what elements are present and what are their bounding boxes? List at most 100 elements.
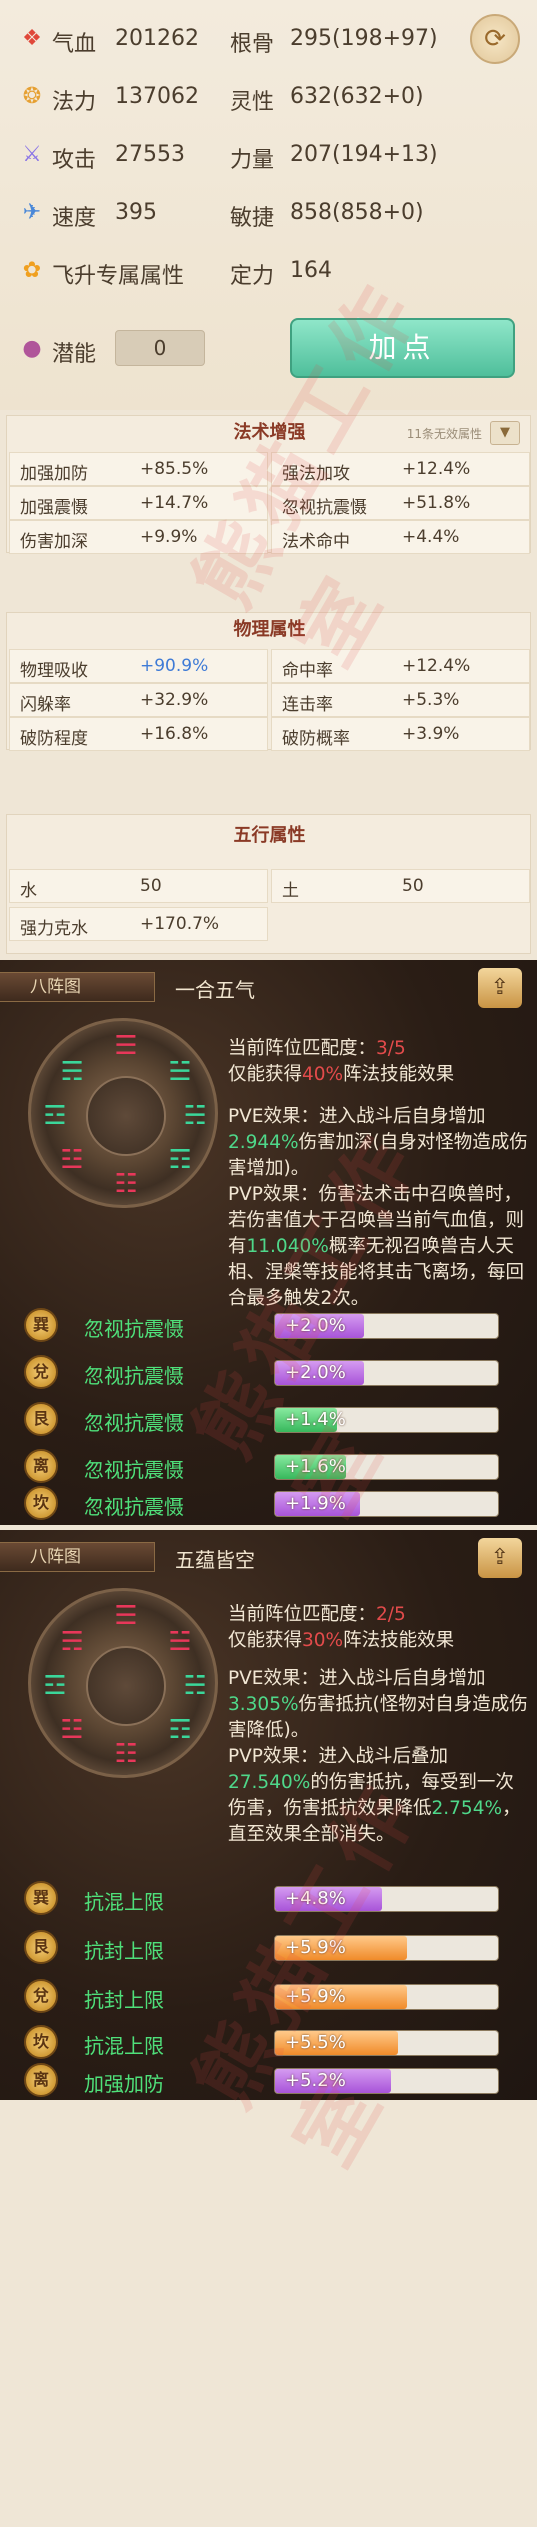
formation-slot-row: 兌 抗封上限 +5.9% <box>24 1976 524 2016</box>
stat-row-hp: ❖ 气血 201262 根骨 295(198+97) <box>0 14 537 62</box>
attr-cell: 强法加攻 +12.4% <box>271 452 530 486</box>
bone-value: 295(198+97) <box>290 26 438 51</box>
slot-progress-bar: +5.9% <box>274 1935 499 1961</box>
element-section: 五行属性 水 50 土 50 强力克水 +170.7% <box>6 814 531 954</box>
add-point-button[interactable]: 加点 <box>290 318 515 378</box>
slot-progress-bar: +1.6% <box>274 1454 499 1480</box>
formation-slot-row: 兌 忽视抗震慑 +2.0% <box>24 1352 524 1392</box>
formation-name: 一合五气 <box>175 978 255 1002</box>
trigram-mark: ☱ <box>168 1627 192 1657</box>
attr-cell: 破防概率 +3.9% <box>271 717 530 751</box>
attr-cell: 命中率 +12.4% <box>271 649 530 683</box>
trigram-mark: ☰ <box>114 1601 138 1631</box>
formation-slot-row: 艮 抗封上限 +5.9% <box>24 1927 524 1967</box>
attr-cell: 忽视抗震慑 +51.8% <box>271 486 530 520</box>
attr-cell: 法术命中 +4.4% <box>271 520 530 554</box>
hp-value: 201262 <box>115 26 199 51</box>
trigram-icon: 艮 <box>24 1930 58 1964</box>
formation-description: 当前阵位匹配度：2/5 仅能获得30%阵法技能效果 PVE效果：进入战斗后自身增… <box>228 1604 528 1845</box>
share-icon[interactable]: ⇪ <box>478 968 522 1008</box>
attr-cell: 土 50 <box>271 869 530 903</box>
stat-row-ascend: ✿ 飞升专属属性 定力 164 <box>0 246 537 294</box>
hp-label: 气血 <box>52 32 97 57</box>
bone-label: 根骨 <box>230 32 275 57</box>
slot-attr-label: 抗封上限 <box>84 1988 164 2012</box>
trigram-mark: ☵ <box>183 1671 207 1701</box>
speed-label: 速度 <box>52 206 97 231</box>
trigram-mark: ☴ <box>60 1627 84 1657</box>
attr-cell: 加强震慑 +14.7% <box>9 486 268 520</box>
attr-cell: 连击率 +5.3% <box>271 683 530 717</box>
lotus-icon: ✿ <box>22 257 42 283</box>
trigram-mark: ☰ <box>114 1031 138 1061</box>
slot-attr-label: 忽视抗震慑 <box>84 1411 184 1435</box>
page-footer-space <box>0 2100 537 2527</box>
slot-progress-bar: +5.5% <box>274 2030 499 2056</box>
formation-description: 当前阵位匹配度：3/5 仅能获得40%阵法技能效果 PVE效果：进入战斗后自身增… <box>228 1038 528 1309</box>
refresh-icon[interactable]: ⟳ <box>470 14 520 64</box>
bagua-wheel: ☰ ☱ ☵ ☶ ☷ ☳ ☲ ☴ <box>28 1018 218 1208</box>
share-icon[interactable]: ⇪ <box>478 1538 522 1578</box>
ascend-label: 飞升专属属性 <box>52 264 185 289</box>
formation-slot-row: 巽 抗混上限 +4.8% <box>24 1878 524 1918</box>
attr-cell: 强力克水 +170.7% <box>9 907 268 941</box>
formation-slot-row: 巽 忽视抗震慑 +2.0% <box>24 1305 524 1345</box>
stat-row-attack: ⚔ 攻击 27553 力量 207(194+13) <box>0 130 537 178</box>
trigram-mark: ☴ <box>60 1057 84 1087</box>
physical-section-title: 物理属性 <box>233 619 306 640</box>
stat-row-mana: ❂ 法力 137062 灵性 632(632+0) <box>0 72 537 120</box>
slot-attr-label: 忽视抗震慑 <box>84 1458 184 1482</box>
swirl-icon: ❂ <box>22 83 42 109</box>
formation-slot-row: 艮 忽视抗震慑 +1.4% <box>24 1399 524 1439</box>
slot-attr-label: 加强加防 <box>84 2072 164 2096</box>
trigram-mark: ☶ <box>168 1715 192 1745</box>
slot-progress-bar: +4.8% <box>274 1886 499 1912</box>
sword-icon: ⚔ <box>22 141 42 167</box>
potential-label: 潜能 <box>52 342 97 367</box>
trigram-mark: ☲ <box>43 1671 67 1701</box>
trigram-mark: ☷ <box>114 1739 138 1769</box>
physical-section: 物理属性 物理吸收 +90.9% 命中率 +12.4% 闪躲率 +32.9% 连击率 +… <box>6 612 531 751</box>
trigram-mark: ☳ <box>60 1715 84 1745</box>
trigram-icon: 兌 <box>24 1355 58 1389</box>
stat-row-speed: ✈ 速度 395 敏捷 858(858+0) <box>0 188 537 236</box>
strength-value: 207(194+13) <box>290 142 438 167</box>
speed-value: 395 <box>115 200 157 225</box>
mana-label: 法力 <box>52 90 97 115</box>
slot-attr-label: 抗混上限 <box>84 1890 164 1914</box>
trigram-icon: 坎 <box>24 2025 58 2059</box>
potential-value: 0 <box>115 330 205 366</box>
blood-drop-icon: ❖ <box>22 25 42 51</box>
trigram-icon: 离 <box>24 2063 58 2097</box>
stats-panel: ❖ 气血 201262 根骨 295(198+97) ⟳ ❂ 法力 137062… <box>0 0 537 410</box>
trigram-mark: ☶ <box>168 1145 192 1175</box>
trigram-icon: 离 <box>24 1449 58 1483</box>
chevron-down-icon[interactable]: ▼ <box>490 421 520 445</box>
bagua-wheel: ☰ ☱ ☵ ☶ ☷ ☳ ☲ ☴ <box>28 1588 218 1778</box>
focus-value: 164 <box>290 258 332 283</box>
formation-tab[interactable]: 八阵图 <box>0 1542 155 1572</box>
trigram-mark: ☲ <box>43 1101 67 1131</box>
formation-slot-row: 离 忽视抗震慑 +1.6% <box>24 1446 524 1486</box>
spirit-value: 632(632+0) <box>290 84 424 109</box>
strength-label: 力量 <box>230 148 275 173</box>
formation-name: 五蕴皆空 <box>175 1548 255 1572</box>
focus-label: 定力 <box>230 264 275 289</box>
attr-cell: 物理吸收 +90.9% <box>9 649 268 683</box>
trigram-icon: 兌 <box>24 1979 58 2013</box>
mana-value: 137062 <box>115 84 199 109</box>
boot-icon: ✈ <box>22 199 42 225</box>
attr-cell: 水 50 <box>9 869 268 903</box>
trigram-mark: ☷ <box>114 1169 138 1199</box>
formation-panel-1: 八阵图 一合五气 ⇪ ☰ ☱ ☵ ☶ ☷ ☳ ☲ ☴ 当前阵位匹配度：3/5 仅… <box>0 960 537 1525</box>
formation-slot-row: 坎 抗混上限 +5.5% <box>24 2022 524 2062</box>
element-section-title: 五行属性 <box>233 825 306 846</box>
magic-section: 法术增强 11条无效属性 ▼ 加强加防 +85.5% 强法加攻 +12.4% 加强震… <box>6 415 531 554</box>
formation-slot-row: 离 加强加防 +5.2% <box>24 2060 524 2100</box>
slot-progress-bar: +1.4% <box>274 1407 499 1433</box>
slot-attr-label: 忽视抗震慑 <box>84 1364 184 1388</box>
formation-tab[interactable]: 八阵图 <box>0 972 155 1002</box>
attr-cell: 闪躲率 +32.9% <box>9 683 268 717</box>
slot-progress-bar: +2.0% <box>274 1360 499 1386</box>
attack-value: 27553 <box>115 142 185 167</box>
